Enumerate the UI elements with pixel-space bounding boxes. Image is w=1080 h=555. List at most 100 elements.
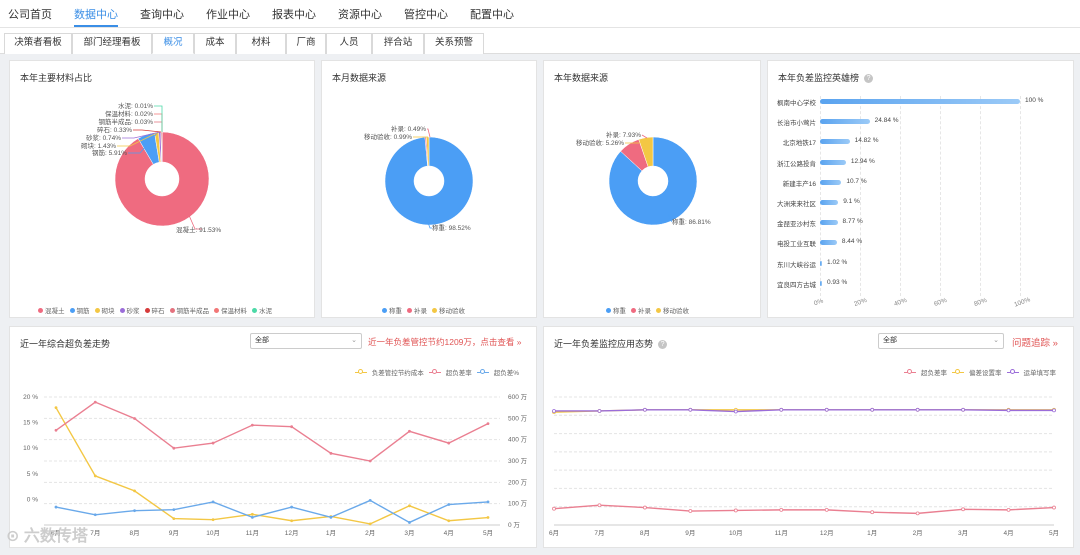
legend-item[interactable]: 钢筋半成品 [169, 305, 209, 315]
legend-item[interactable]: 移动验收 [656, 305, 689, 315]
rank-value-label: 1.02 % [827, 258, 848, 266]
rank-value-label: 12.94 % [850, 157, 875, 165]
series-point [779, 507, 784, 512]
legend-label: 砂浆 [126, 308, 140, 315]
watermark-logo: ⊙ 六数传塔 [6, 528, 88, 545]
month-source-donut: 称重: 98.52% 补录: 0.49%移动验收: 0.99% [364, 124, 474, 232]
legend-item[interactable]: 水泥 [252, 305, 272, 315]
series-point [824, 407, 829, 412]
series-point [172, 517, 176, 520]
series-point [408, 429, 411, 433]
rank-project-name: 金琵亚沙村东 [777, 221, 816, 229]
series-point [133, 489, 136, 493]
series-point [643, 505, 647, 510]
rank-value-label: 8.44 % [841, 238, 863, 246]
series-point [961, 407, 965, 412]
material-share-panel: 本年主要材料占比 混凝土: 91.53% 钢筋: 5.91% 砌块: 1.43% 砂浆… [9, 60, 315, 318]
series-point [733, 508, 738, 513]
series-point [486, 516, 490, 519]
x-tick-label: 4月 [444, 529, 454, 537]
series-point [290, 425, 294, 429]
series-point [250, 423, 254, 427]
rank-bar[interactable] [820, 260, 823, 266]
series-point [211, 441, 215, 445]
legend-item[interactable]: 砌块 [94, 305, 115, 315]
nav-item-report-center[interactable]: 报表中心 [272, 6, 316, 22]
grid-line [980, 96, 981, 296]
pie-label: 水泥: 0.01% [118, 101, 153, 110]
pie-label: 砂浆: 0.74% [86, 133, 121, 142]
nav-item-query-center[interactable]: 查询中心 [140, 6, 184, 22]
series-point [447, 503, 451, 506]
legend-item[interactable]: 称重 [382, 305, 402, 315]
rank-bar[interactable] [820, 99, 1020, 104]
tab-vendor[interactable]: 厂商 [286, 33, 326, 54]
legend-label: 补录 [638, 308, 651, 315]
tab-mixing-station[interactable]: 拌合站 [372, 33, 424, 54]
rank-bar[interactable] [820, 220, 838, 226]
rank-value-label: 8.77 % [842, 218, 863, 226]
series-point [54, 428, 58, 432]
pie-label: 称重: 86.81% [672, 217, 711, 226]
legend-dot-icon [382, 307, 387, 313]
rank-bar[interactable] [820, 119, 870, 125]
tab-manager-board[interactable]: 部门经理看板 [72, 33, 152, 54]
tab-decision-board[interactable]: 决策者看板 [4, 33, 72, 54]
legend-label: 补录 [414, 308, 427, 315]
x-tick-label: 9月 [169, 529, 179, 537]
rank-bar[interactable] [820, 139, 850, 145]
legend-item[interactable]: 钢筋 [69, 305, 90, 315]
nav-item-config-center[interactable]: 配置中心 [470, 6, 514, 22]
rank-bar[interactable] [820, 159, 846, 165]
y-right-tick: 600 万 [508, 393, 528, 401]
legend-item[interactable]: 补录 [407, 305, 427, 315]
month-source-legend: 称重 补录 移动验收 [382, 305, 470, 315]
tab-relation-alert[interactable]: 关系预警 [424, 33, 484, 54]
rank-project-name: 东川大峡谷运 [777, 261, 816, 269]
series-line [55, 401, 489, 462]
year-source-donut: 称重: 86.81% 补录: 7.93%移动验收: 5.26% [576, 130, 711, 226]
series-point [172, 446, 176, 450]
series-point [486, 422, 490, 426]
series-point [915, 511, 920, 516]
axis-tick-label: 80% [973, 296, 988, 309]
rank-bar[interactable] [820, 200, 839, 205]
tab-material[interactable]: 材料 [236, 33, 286, 54]
nav-item-data-center[interactable]: 数据中心 [74, 6, 118, 22]
series-point [329, 515, 333, 519]
legend-item[interactable]: 称重 [606, 305, 626, 315]
x-tick-label: 12月 [820, 529, 834, 537]
legend-item[interactable]: 碎石 [144, 305, 165, 315]
rank-bar[interactable] [820, 179, 842, 185]
legend-item[interactable]: 保温材料 [214, 305, 247, 315]
grid-line [900, 96, 901, 296]
series-point [368, 522, 372, 526]
legend-dot-icon [94, 307, 100, 313]
pie-label: 补录: 7.93% [606, 130, 641, 139]
tab-cost[interactable]: 成本 [194, 33, 236, 54]
legend-item[interactable]: 移动验收 [432, 305, 465, 315]
pie-leader-line [154, 113, 163, 132]
series-point [1006, 408, 1011, 413]
series-line [554, 409, 1054, 413]
y-left-tick: 10 % [23, 445, 38, 452]
rank-bar[interactable] [820, 240, 837, 246]
legend-item[interactable]: 混凝土 [38, 305, 65, 315]
nav-item-home[interactable]: 公司首页 [8, 6, 52, 22]
rank-project-name: 电投工业互联 [777, 241, 816, 249]
nav-item-resource-center[interactable]: 资源中心 [338, 6, 382, 22]
rank-bar[interactable] [820, 280, 822, 286]
nav-item-control-center[interactable]: 管控中心 [404, 6, 448, 22]
series-point [93, 400, 97, 404]
nav-item-work-center[interactable]: 作业中心 [206, 6, 250, 22]
legend-item[interactable]: 补录 [631, 305, 651, 315]
series-point [368, 499, 372, 502]
series-point [597, 503, 602, 508]
tab-overview[interactable]: 概况 [152, 33, 194, 54]
x-tick-label: 12月 [285, 529, 299, 537]
series-point [54, 505, 58, 509]
tab-staff[interactable]: 人员 [326, 33, 372, 54]
x-tick-label: 3月 [404, 529, 414, 537]
year-source-legend: 称重 补录 移动验收 [606, 305, 694, 315]
legend-item[interactable]: 砂浆 [119, 305, 140, 315]
